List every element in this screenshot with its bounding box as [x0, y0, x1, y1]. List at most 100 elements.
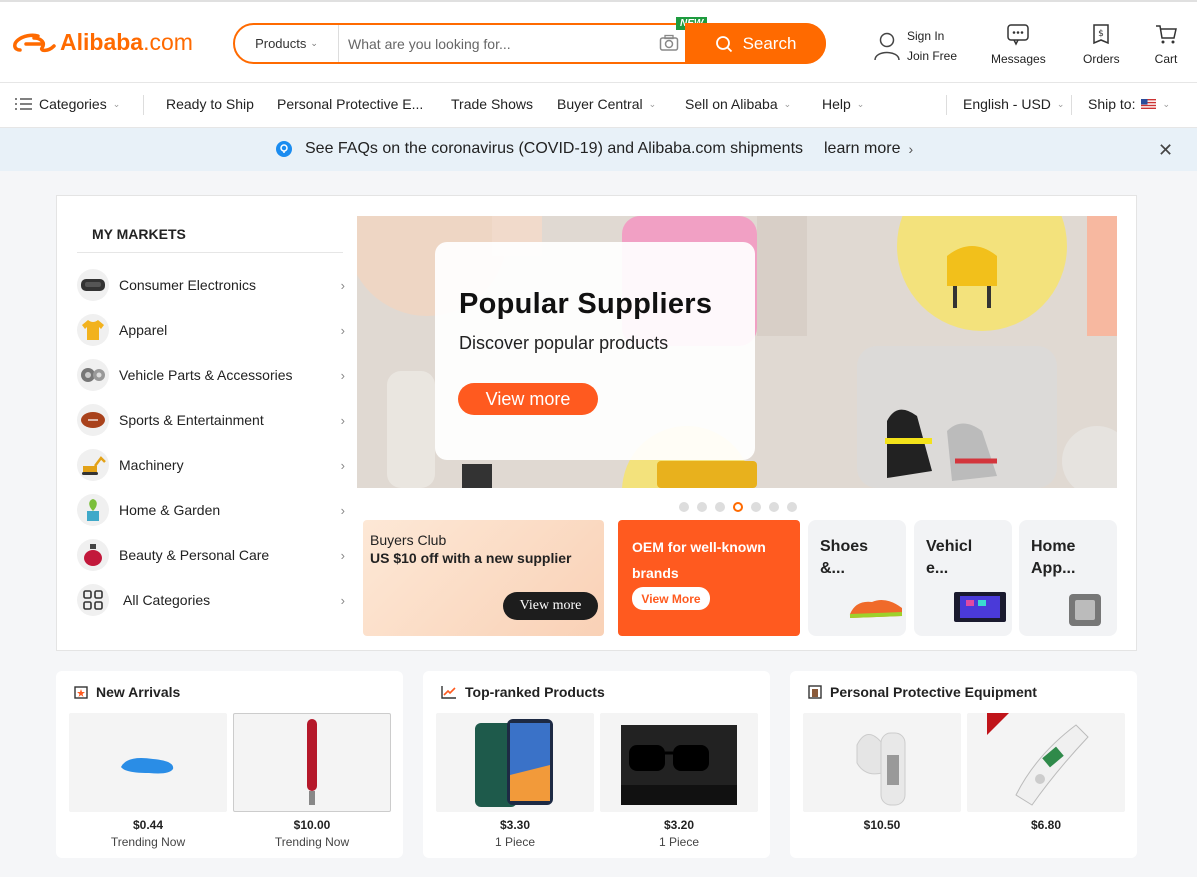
market-consumer-electronics[interactable]: Consumer Electronics ›	[77, 267, 345, 303]
nav-divider	[1071, 95, 1072, 115]
carousel-dot[interactable]	[715, 502, 725, 512]
close-icon[interactable]: ✕	[1158, 140, 1173, 161]
market-machinery[interactable]: Machinery ›	[77, 447, 345, 483]
alibaba-logo[interactable]: Alibaba .com	[12, 29, 193, 56]
nav-ready-to-ship[interactable]: Ready to Ship	[166, 96, 254, 112]
logo-text: Alibaba	[60, 29, 144, 55]
language-currency-select[interactable]: English - USD ⌄	[963, 96, 1064, 112]
search-input[interactable]	[348, 32, 658, 56]
chevron-right-icon: ›	[340, 367, 345, 383]
product-tile[interactable]: $3.30 1 Piece	[436, 713, 594, 849]
search-box: Products ⌄ NEW Search	[233, 17, 826, 64]
new-arrivals-title: New Arrivals	[96, 684, 181, 700]
oem-promo[interactable]: OEM for well-known brands View More	[618, 520, 800, 636]
carousel-dot[interactable]	[751, 502, 761, 512]
covid-learn-more-link[interactable]: learn more ›	[824, 140, 913, 158]
product-tile[interactable]: $10.50	[803, 713, 961, 832]
carousel-dot[interactable]	[769, 502, 779, 512]
product-image	[233, 713, 391, 812]
market-beauty-personal-care[interactable]: Beauty & Personal Care ›	[77, 537, 345, 573]
grid-icon	[77, 584, 109, 616]
market-sports-entertainment[interactable]: Sports & Entertainment ›	[77, 402, 345, 438]
product-tile[interactable]: $0.44 Trending Now	[69, 713, 227, 849]
carousel-dot[interactable]	[679, 502, 689, 512]
market-apparel[interactable]: Apparel ›	[77, 312, 345, 348]
car-stereo-image	[954, 592, 1006, 622]
football-icon	[77, 404, 109, 436]
list-icon	[15, 98, 32, 110]
new-arrivals-card[interactable]: New Arrivals $0.44 Trending Now $10.00 T…	[56, 671, 403, 858]
oem-title: OEM for well-known brands	[632, 534, 766, 586]
sign-in-link[interactable]: Sign In	[907, 26, 957, 46]
orders-button[interactable]: $ Orders	[1083, 22, 1120, 66]
ppe-title: Personal Protective Equipment	[830, 684, 1037, 700]
nav-buyer-central-label: Buyer Central	[557, 96, 643, 112]
messages-button[interactable]: Messages	[991, 22, 1046, 66]
product-image	[600, 713, 758, 812]
ppe-card[interactable]: Personal Protective Equipment $10.50 $6.…	[790, 671, 1137, 858]
home-appliances-promo[interactable]: Home App...	[1019, 520, 1117, 636]
top-ranked-card[interactable]: Top-ranked Products $3.30 1 Piece $3.20 …	[423, 671, 770, 858]
learn-more-label: learn more	[824, 140, 901, 157]
carousel-indicators	[679, 502, 797, 512]
market-label: Consumer Electronics	[119, 277, 256, 293]
oem-title-line1: OEM for well-known	[632, 539, 766, 555]
chevron-right-icon: ›	[340, 592, 345, 608]
sneaker-image	[849, 600, 903, 618]
join-free-link[interactable]: Join Free	[907, 46, 957, 66]
market-label: Machinery	[119, 457, 184, 473]
chevron-down-icon: ⌄	[648, 98, 657, 109]
messages-icon	[1007, 24, 1030, 46]
messages-label: Messages	[991, 52, 1046, 66]
oem-view-more-button[interactable]: View More	[632, 587, 710, 610]
product-tile[interactable]: $3.20 1 Piece	[600, 713, 758, 849]
user-icon	[874, 32, 900, 61]
search-button[interactable]: Search	[685, 23, 826, 64]
chevron-down-icon: ⌄	[112, 98, 121, 109]
buyers-club-view-more-button[interactable]: View more	[503, 592, 598, 620]
chevron-right-icon: ›	[340, 502, 345, 518]
market-vehicle-parts[interactable]: Vehicle Parts & Accessories ›	[77, 357, 345, 393]
nav-help-label: Help	[822, 96, 851, 112]
chevron-right-icon: ›	[340, 457, 345, 473]
nav-ppe[interactable]: Personal Protective E...	[277, 96, 423, 112]
shoes-promo[interactable]: Shoes &...	[808, 520, 906, 636]
carousel-dot[interactable]	[787, 502, 797, 512]
search-category-select[interactable]: Products ⌄	[235, 25, 339, 62]
product-price: $3.20	[663, 818, 695, 832]
sign-in-area[interactable]: Sign In Join Free	[873, 26, 957, 66]
nav-sell-on-alibaba[interactable]: Sell on Alibaba ⌄	[685, 96, 791, 112]
perfume-icon	[77, 539, 109, 571]
product-tile[interactable]: $6.80	[967, 713, 1125, 832]
cart-button[interactable]: Cart	[1154, 22, 1178, 66]
ship-to-select[interactable]: Ship to: ⌄	[1088, 96, 1170, 112]
market-label: Vehicle Parts & Accessories	[119, 367, 293, 383]
carousel-dot-active[interactable]	[733, 502, 743, 512]
carousel-dot[interactable]	[697, 502, 707, 512]
home-title: Home App...	[1031, 536, 1075, 580]
vehicle-promo[interactable]: Vehicl e...	[914, 520, 1012, 636]
search-category-label: Products	[255, 36, 307, 51]
market-home-garden[interactable]: Home & Garden ›	[77, 492, 345, 528]
orders-icon: $	[1093, 24, 1110, 45]
nav-help[interactable]: Help ⌄	[822, 96, 864, 112]
hero-view-more-button[interactable]: View more	[458, 383, 598, 415]
nav-buyer-central[interactable]: Buyer Central ⌄	[557, 96, 656, 112]
hero-carousel[interactable]: Popular Suppliers Discover popular produ…	[357, 216, 1117, 488]
top-nav: Categories ⌄ Ready to Ship Personal Prot…	[0, 83, 1197, 128]
chevron-down-icon: ⌄	[856, 98, 865, 109]
nav-trade-shows[interactable]: Trade Shows	[451, 96, 533, 112]
camera-icon[interactable]	[659, 34, 679, 52]
market-label: Apparel	[119, 322, 168, 338]
excavator-icon	[77, 449, 109, 481]
chevron-down-icon: ⌄	[783, 98, 792, 109]
buyers-club-promo[interactable]: Buyers Club US $10 off with a new suppli…	[363, 520, 604, 636]
market-all-categories[interactable]: All Categories ›	[77, 582, 345, 618]
svg-text:$: $	[1098, 29, 1104, 39]
tshirt-icon	[77, 314, 109, 346]
oem-title-line2: brands	[632, 565, 679, 581]
top-ranked-header: Top-ranked Products	[441, 684, 605, 700]
categories-menu[interactable]: Categories ⌄	[15, 96, 120, 112]
product-tile[interactable]: $10.00 Trending Now	[233, 713, 391, 849]
hero-title: Popular Suppliers	[459, 288, 713, 320]
